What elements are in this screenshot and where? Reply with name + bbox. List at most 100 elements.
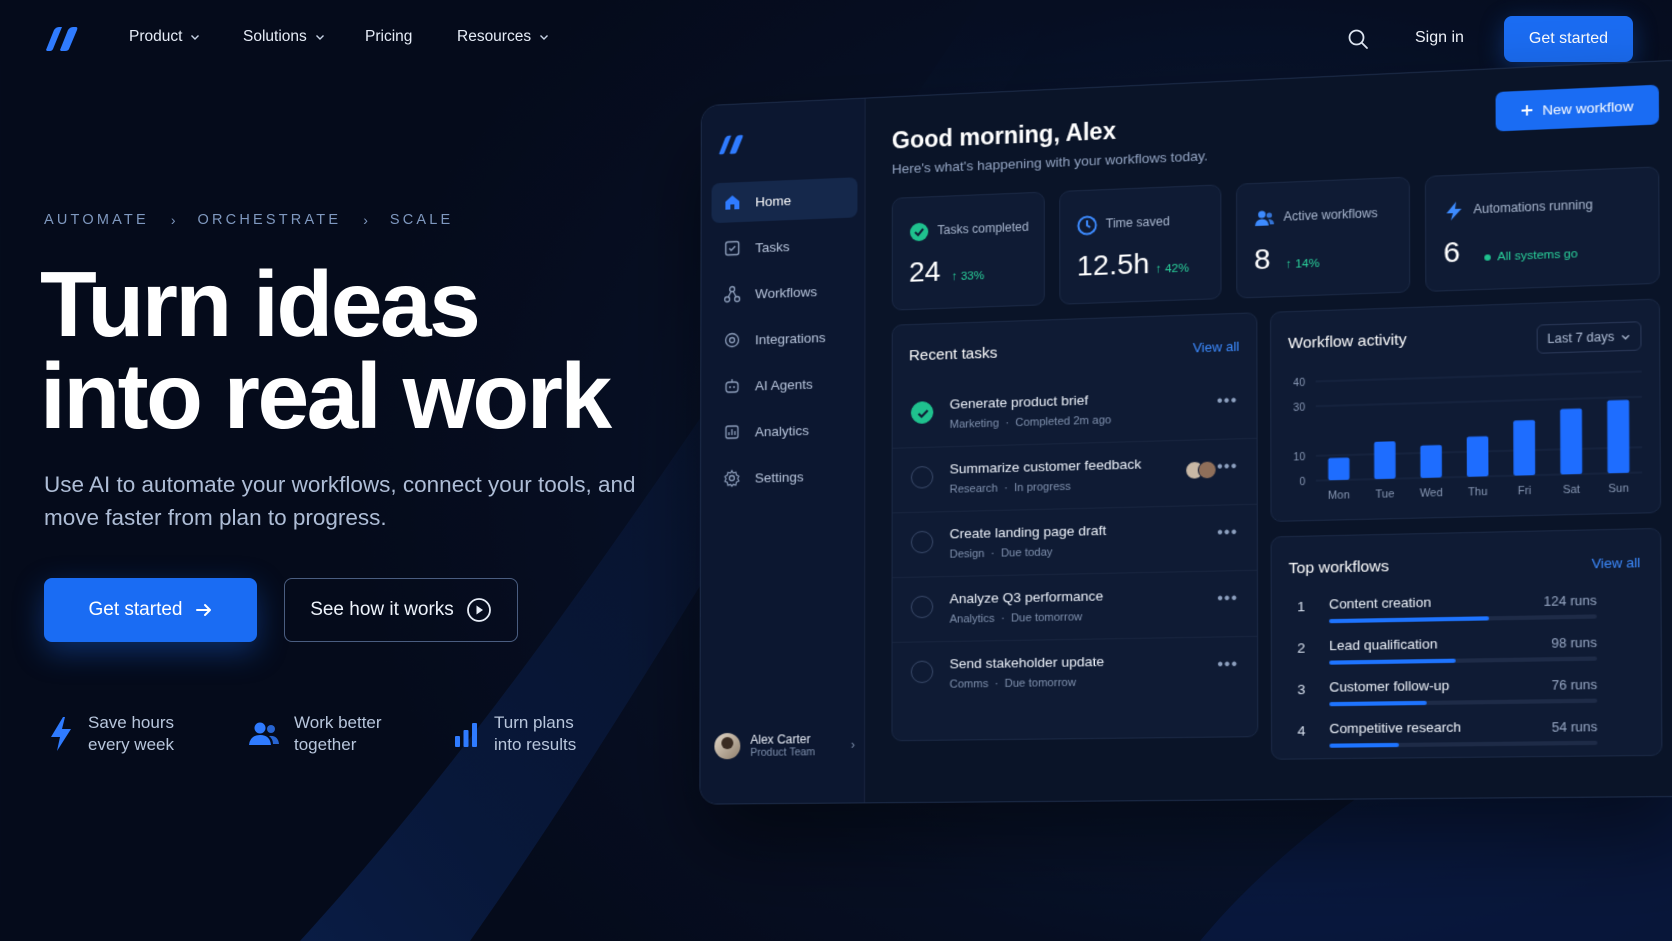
avatar [714,733,740,759]
feature-line-2: every week [88,734,174,756]
workflow-rank: 2 [1297,640,1305,656]
workflow-row[interactable]: 2 Lead qualification 98 runs [1289,631,1597,678]
play-circle-icon [466,597,492,623]
hero-title-line-2: into real work [40,350,610,442]
more-options-icon[interactable]: ••• [1217,590,1238,609]
workflow-progress-track [1329,741,1597,748]
top-workflows-title: Top workflows [1289,558,1389,578]
brand-logo-icon[interactable] [44,26,78,52]
empty-circle-icon[interactable] [911,466,933,489]
recent-tasks-title: Recent tasks [909,344,997,364]
search-icon[interactable] [1347,28,1369,50]
ai-agents-icon [723,377,741,396]
workflow-progress-fill [1329,701,1427,706]
empty-circle-icon[interactable] [911,596,933,619]
task-meta: Marketing · Completed 2m ago [950,414,1112,431]
bar-sun[interactable] [1607,400,1629,474]
y-tick-label: 40 [1293,378,1305,390]
workflow-name: Content creation [1329,594,1431,611]
chevron-down-icon [190,32,200,42]
see-how-it-works-button[interactable]: See how it works [284,578,518,642]
hero-title-line-1: Turn ideas [40,258,610,350]
task-title: Generate product brief [950,392,1089,411]
check-circle-icon[interactable] [911,401,933,424]
lightning-icon [48,716,74,752]
feature-save-hours: Save hours every week [48,712,174,756]
chevron-right-icon: › [363,212,368,228]
bar-mon[interactable] [1328,457,1349,480]
empty-circle-icon[interactable] [911,531,933,554]
task-row[interactable]: Send stakeholder update Comms · Due tomo… [892,637,1257,708]
chevron-down-icon [315,32,325,42]
bar-fri[interactable] [1513,420,1535,476]
more-options-icon[interactable]: ••• [1217,458,1238,477]
settings-icon [723,469,741,487]
hero-title: Turn ideas into real work [40,258,610,442]
nav-get-started-button[interactable]: Get started [1504,16,1633,62]
x-tick-label: Tue [1375,489,1394,501]
top-workflows-list: 1 Content creation 124 runs 2 Lead qualifica… [1272,588,1664,761]
sidebar-item-tasks[interactable]: Tasks [711,223,857,269]
new-workflow-button[interactable]: New workflow [1496,85,1659,132]
stat-label: Active workflows [1283,206,1377,224]
workflow-progress-fill [1329,616,1489,623]
sidebar-item-settings[interactable]: Settings [711,455,857,499]
task-row[interactable]: Analyze Q3 performance Analytics · Due t… [893,571,1257,643]
sidebar-item-workflows[interactable]: Workflows [711,270,857,315]
workflow-row[interactable]: 1 Content creation 124 runs [1289,589,1597,636]
bar-tue[interactable] [1374,441,1396,479]
breadcrumb-item: ORCHESTRATE [198,212,342,228]
dashboard-window: Home Tasks Workflows Integrations AI Age… [699,59,1672,804]
hero-subtitle: Use AI to automate your workflows, conne… [44,468,644,534]
workflow-row[interactable]: 3 Customer follow-up 76 runs [1289,673,1597,719]
task-title: Analyze Q3 performance [950,588,1104,606]
nav-product[interactable]: Product [129,28,200,46]
sidebar-item-analytics[interactable]: Analytics [711,408,857,452]
grid-line [1316,372,1642,382]
sign-in-link[interactable]: Sign in [1415,29,1464,47]
stat-label: Automations running [1473,197,1592,216]
feature-line-1: Save hours [88,712,174,734]
stat-value: 6 [1443,236,1460,270]
recent-tasks-view-all[interactable]: View all [1193,339,1240,356]
workflow-row[interactable]: 4 Competitive research 54 runs [1289,715,1598,760]
task-row[interactable]: Create landing page draft Design · Due t… [893,505,1257,578]
bar-thu[interactable] [1467,436,1489,477]
chevron-right-icon: › [171,212,176,228]
bar-wed[interactable] [1420,445,1442,478]
stat-value: 12.5h [1077,247,1150,282]
nav-solutions[interactable]: Solutions [243,28,325,46]
dashboard-preview: Home Tasks Workflows Integrations AI Age… [699,59,1672,902]
task-category: Analytics [950,613,995,626]
feature-turn-plans: Turn plans into results [452,712,576,756]
sidebar-item-ai-agents[interactable]: AI Agents [711,362,857,407]
more-options-icon[interactable]: ••• [1217,656,1238,675]
range-select[interactable]: Last 7 days [1537,321,1642,354]
nav-product-label: Product [129,28,182,46]
task-row[interactable]: Generate product brief Marketing · Compl… [893,373,1257,449]
task-row[interactable]: Summarize customer feedback Research · I… [893,439,1257,514]
task-meta: Comms · Due tomorrow [950,677,1076,691]
sidebar-item-home[interactable]: Home [711,177,857,223]
user-team: Product Team [750,746,815,759]
bar-sat[interactable] [1560,409,1582,475]
task-list: Generate product brief Marketing · Compl… [892,373,1257,718]
workflow-progress-track [1329,656,1597,664]
nav-resources[interactable]: Resources [457,28,549,46]
more-options-icon[interactable]: ••• [1217,392,1238,411]
workflow-rank: 1 [1297,599,1305,615]
feature-line-1: Work better [294,712,382,734]
sidebar-user[interactable]: Alex Carter Product Team › [714,732,855,760]
x-tick-label: Thu [1468,487,1488,499]
feature-line-2: into results [494,734,576,756]
nav-resources-label: Resources [457,28,531,46]
top-workflows-view-all[interactable]: View all [1592,555,1641,572]
sidebar-item-integrations[interactable]: Integrations [711,316,857,361]
x-tick-label: Wed [1420,488,1443,500]
get-started-button[interactable]: Get started [44,578,257,642]
lightning-icon [1443,200,1465,222]
empty-circle-icon[interactable] [911,661,933,684]
nav-pricing[interactable]: Pricing [365,28,412,46]
more-options-icon[interactable]: ••• [1217,524,1238,543]
nav-solutions-label: Solutions [243,28,307,46]
